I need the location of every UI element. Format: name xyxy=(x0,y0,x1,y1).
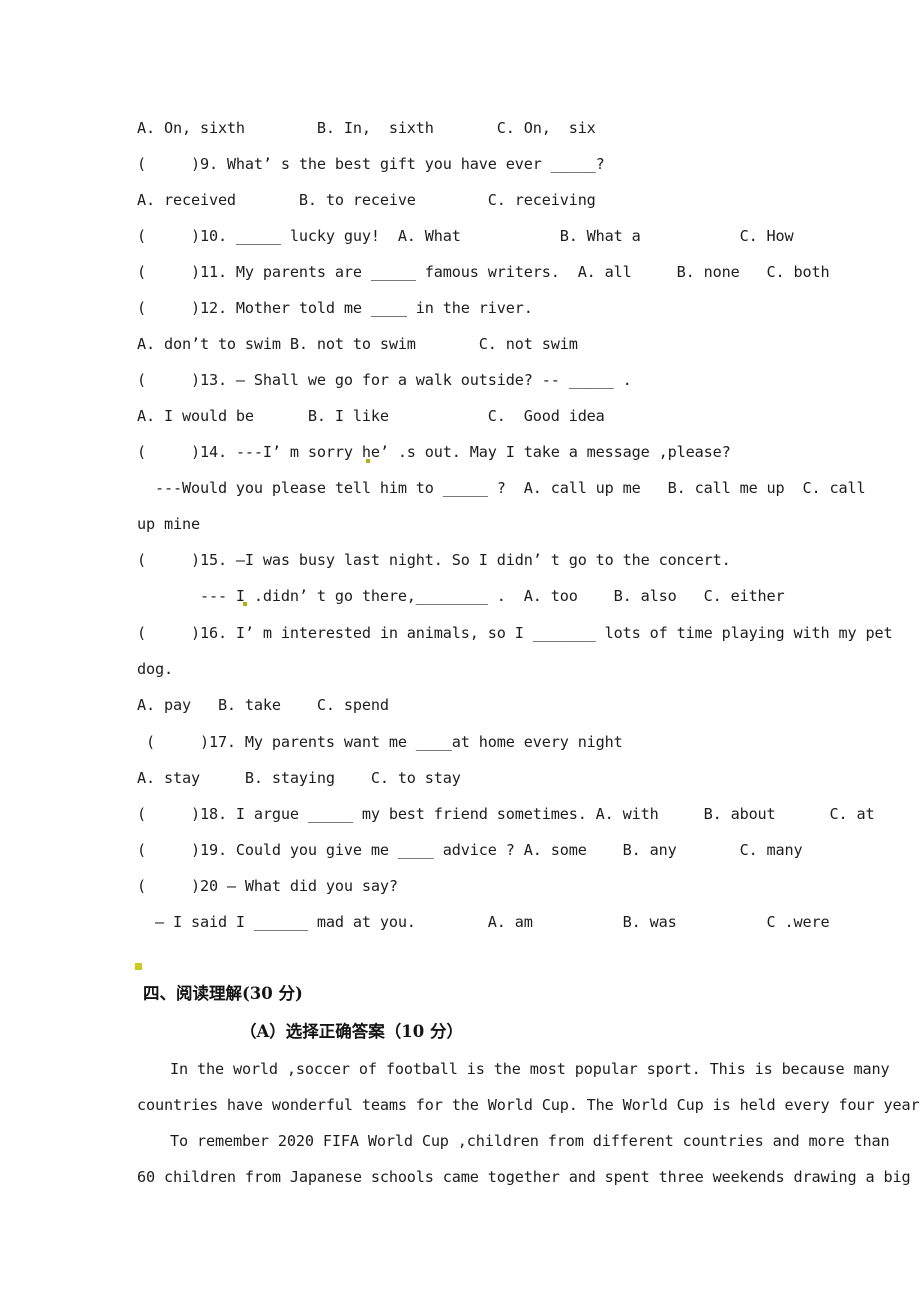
question-16-line-2: dog. xyxy=(137,660,173,678)
question-9-options: A. received B. to receive C. receiving xyxy=(137,191,596,209)
question-15: ( )15. —I was busy last night. So I didn… xyxy=(137,551,731,569)
question-17: ( )17. My parents want me ____at home ev… xyxy=(137,733,623,751)
question-12: ( )12. Mother told me ____ in the river. xyxy=(137,299,533,317)
question-13-options: A. I would be B. I like C. Good idea xyxy=(137,407,605,425)
question-19: ( )19. Could you give me ____ advice ? A… xyxy=(137,841,803,859)
question-11: ( )11. My parents are _____ famous write… xyxy=(137,263,830,281)
section-four-subheading: （A）选择正确答案（10 分） xyxy=(240,1022,464,1041)
question-15-line-2: --- I .didn’ t go there,________ . A. to… xyxy=(137,587,785,605)
question-12-options: A. don’t to swim B. not to swim C. not s… xyxy=(137,335,578,353)
question-17-options: A. stay B. staying C. to stay xyxy=(137,769,461,787)
question-13: ( )13. — Shall we go for a walk outside?… xyxy=(137,371,632,389)
question-14-line-2: ---Would you please tell him to _____ ? … xyxy=(137,479,866,497)
passage-line-2: countries have wonderful teams for the W… xyxy=(137,1096,920,1114)
question-16-options: A. pay B. take C. spend xyxy=(137,696,389,714)
passage-line-3: To remember 2020 FIFA World Cup ,childre… xyxy=(170,1132,890,1150)
section-marker-icon xyxy=(135,963,142,970)
question-16: ( )16. I’ m interested in animals, so I … xyxy=(137,624,893,642)
question-14-line-3: up mine xyxy=(137,515,200,533)
spellcheck-mark-icon xyxy=(366,459,370,463)
section-four-heading: 四、阅读理解(30 分) xyxy=(143,984,303,1003)
passage-line-4: 60 children from Japanese schools came t… xyxy=(137,1168,911,1186)
question-20-line-2: — I said I ______ mad at you. A. am B. w… xyxy=(137,913,830,931)
question-9: ( )9. What’ s the best gift you have eve… xyxy=(137,155,605,173)
question-8-options: A. On, sixth B. In, sixth C. On, six xyxy=(137,119,596,137)
question-14: ( )14. ---I’ m sorry he’ .s out. May I t… xyxy=(137,443,731,461)
question-20: ( )20 — What did you say? xyxy=(137,877,398,895)
exam-page: A. On, sixth B. In, sixth C. On, six ( )… xyxy=(0,0,920,1302)
question-18: ( )18. I argue _____ my best friend some… xyxy=(137,805,875,823)
passage-line-1: In the world ,soccer of football is the … xyxy=(170,1060,890,1078)
spellcheck-mark-icon xyxy=(243,602,247,606)
question-10: ( )10. _____ lucky guy! A. What B. What … xyxy=(137,227,794,245)
